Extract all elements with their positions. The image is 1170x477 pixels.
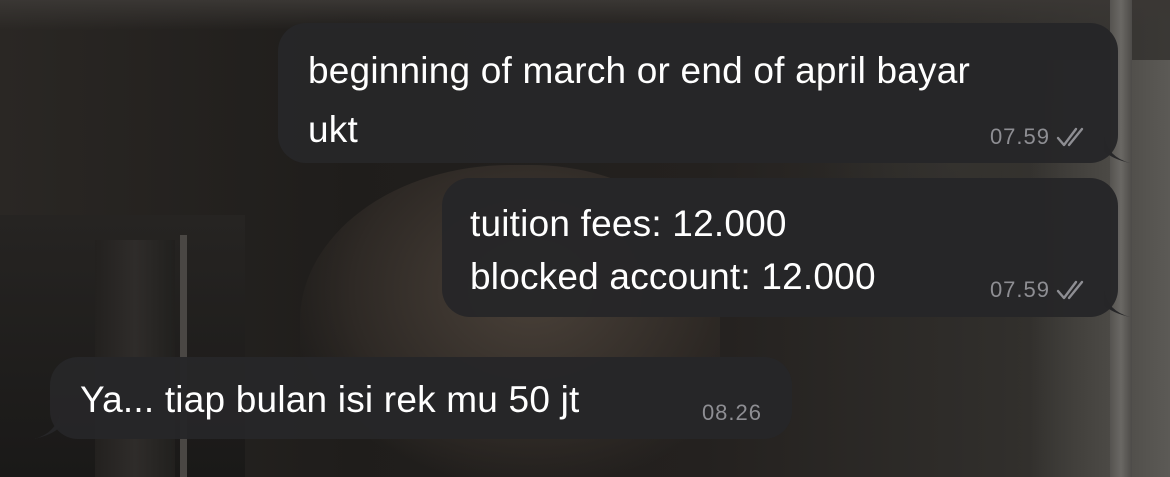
message-time: 07.59 (989, 124, 1050, 149)
incoming-message-bubble[interactable]: Ya... tiap bulan isi rek mu 50 jt 08.26 (50, 357, 792, 439)
bubble-tail (1104, 137, 1130, 163)
message-list[interactable]: beginning of march or end of april bayar… (0, 0, 1170, 477)
message-meta: 07.59 (990, 277, 1090, 303)
message-time: 08.26 (701, 400, 762, 425)
bubble-tail (1104, 291, 1130, 317)
message-text-line: ukt (308, 109, 358, 150)
message-text-line: Ya... tiap bulan isi rek mu 50 jt (80, 379, 580, 420)
message-text-line: tuition fees: 12.000 (470, 203, 787, 244)
double-check-icon (1056, 126, 1090, 148)
message-meta: 08.26 (702, 400, 762, 426)
outgoing-message-bubble[interactable]: beginning of march or end of april bayar… (278, 23, 1118, 163)
double-check-icon (1056, 279, 1090, 301)
outgoing-message-bubble[interactable]: tuition fees: 12.000 blocked account: 12… (442, 178, 1118, 317)
message-time: 07.59 (989, 277, 1050, 302)
bubble-tail (34, 413, 60, 439)
message-text-line: beginning of march or end of april bayar (308, 50, 971, 91)
message-meta: 07.59 (990, 124, 1090, 150)
